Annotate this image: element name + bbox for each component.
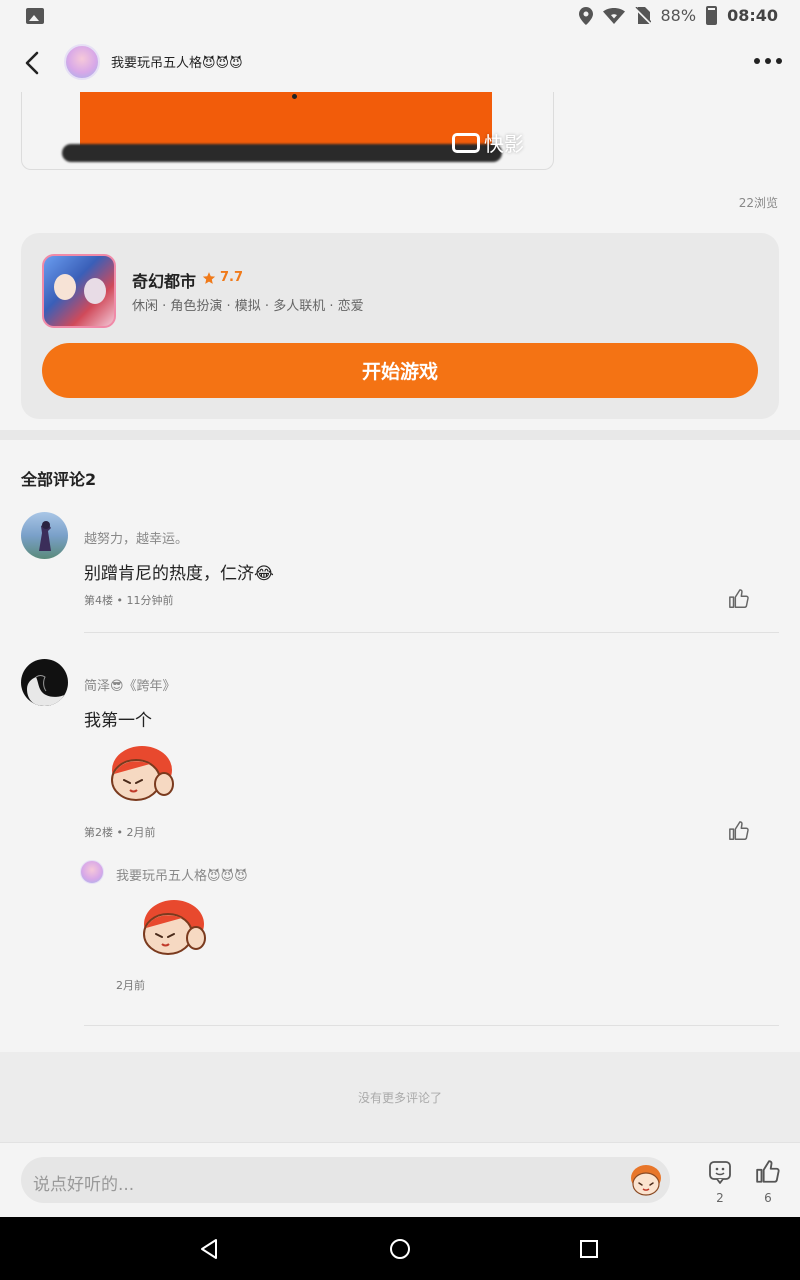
like-count: 6 [764, 1191, 772, 1205]
like-count-button[interactable]: 6 [754, 1159, 782, 1205]
nav-home-icon[interactable] [388, 1237, 412, 1261]
battery-percent: 88% [660, 6, 697, 25]
commenter-name[interactable]: 简泽😎《跨年》 [84, 675, 176, 694]
battery-icon [706, 6, 718, 25]
like-icon[interactable] [728, 820, 750, 842]
thumbs-up-icon [756, 1160, 780, 1183]
comment-input-placeholder[interactable]: 说点好听的... [33, 1170, 134, 1195]
game-card[interactable]: 奇幻都市 7.7 休闲 · 角色扮演 · 模拟 · 多人联机 · 恋爱 开始游戏 [21, 233, 779, 419]
comment-input[interactable]: 说点好听的... [21, 1157, 670, 1203]
no-more-comments: 没有更多评论了 [0, 1052, 800, 1142]
author-avatar[interactable] [64, 44, 100, 80]
video-thumbnail[interactable] [80, 92, 492, 152]
comments-title: 全部评论2 [21, 470, 97, 489]
comment-text: 别蹭肯尼的热度，仁济😂 [84, 564, 274, 584]
comment-count-button[interactable]: 2 [706, 1159, 734, 1205]
reply-sticker-image[interactable] [136, 898, 208, 958]
clock: 08:40 [727, 6, 778, 25]
comment-meta: 第2楼 • 2月前 [84, 826, 156, 839]
sticker-image[interactable] [104, 744, 176, 804]
reply-avatar[interactable] [80, 860, 104, 884]
no-sim-icon [634, 6, 651, 25]
emoji-sticker-icon[interactable] [628, 1162, 664, 1198]
video-watermark: 快影 [452, 128, 524, 157]
comment-icon [709, 1161, 731, 1184]
reply-author-name[interactable]: 我要玩吊五人格😈😈😈 [116, 865, 248, 884]
section-divider [0, 430, 800, 440]
image-icon [26, 8, 44, 24]
nav-recents-icon[interactable] [577, 1237, 601, 1261]
author-name[interactable]: 我要玩吊五人格😈😈😈 [111, 52, 243, 71]
commenter-name[interactable]: 越努力，越幸运。 [84, 528, 188, 547]
reply-time: 2月前 [116, 979, 145, 992]
game-name[interactable]: 奇幻都市 [132, 268, 196, 292]
camera-icon [452, 132, 480, 153]
game-icon[interactable] [42, 254, 116, 328]
comment-meta: 第4楼 • 11分钟前 [84, 594, 174, 607]
back-arrow-icon[interactable] [18, 48, 48, 78]
comment-text: 我第一个 [84, 711, 152, 731]
game-rating: 7.7 [202, 270, 243, 285]
start-game-button[interactable]: 开始游戏 [42, 343, 758, 398]
like-icon[interactable] [728, 588, 750, 610]
more-options-icon[interactable] [754, 58, 782, 64]
nav-back-icon[interactable] [198, 1237, 222, 1261]
view-count: 22浏览 [738, 196, 778, 210]
game-tags: 休闲 · 角色扮演 · 模拟 · 多人联机 · 恋爱 [132, 299, 364, 314]
star-icon [202, 271, 216, 284]
location-icon [578, 6, 593, 25]
commenter-avatar[interactable] [21, 659, 68, 706]
status-bar: 88% 08:40 [0, 0, 800, 34]
commenter-avatar[interactable] [21, 512, 68, 559]
comment-count: 2 [716, 1191, 724, 1205]
video-card[interactable]: 快影 [21, 92, 554, 170]
comment-input-bar: 说点好听的... 2 6 [0, 1142, 800, 1217]
wifi-icon [602, 7, 625, 24]
system-nav-bar [0, 1217, 800, 1280]
top-bar: 我要玩吊五人格😈😈😈 [0, 34, 800, 92]
